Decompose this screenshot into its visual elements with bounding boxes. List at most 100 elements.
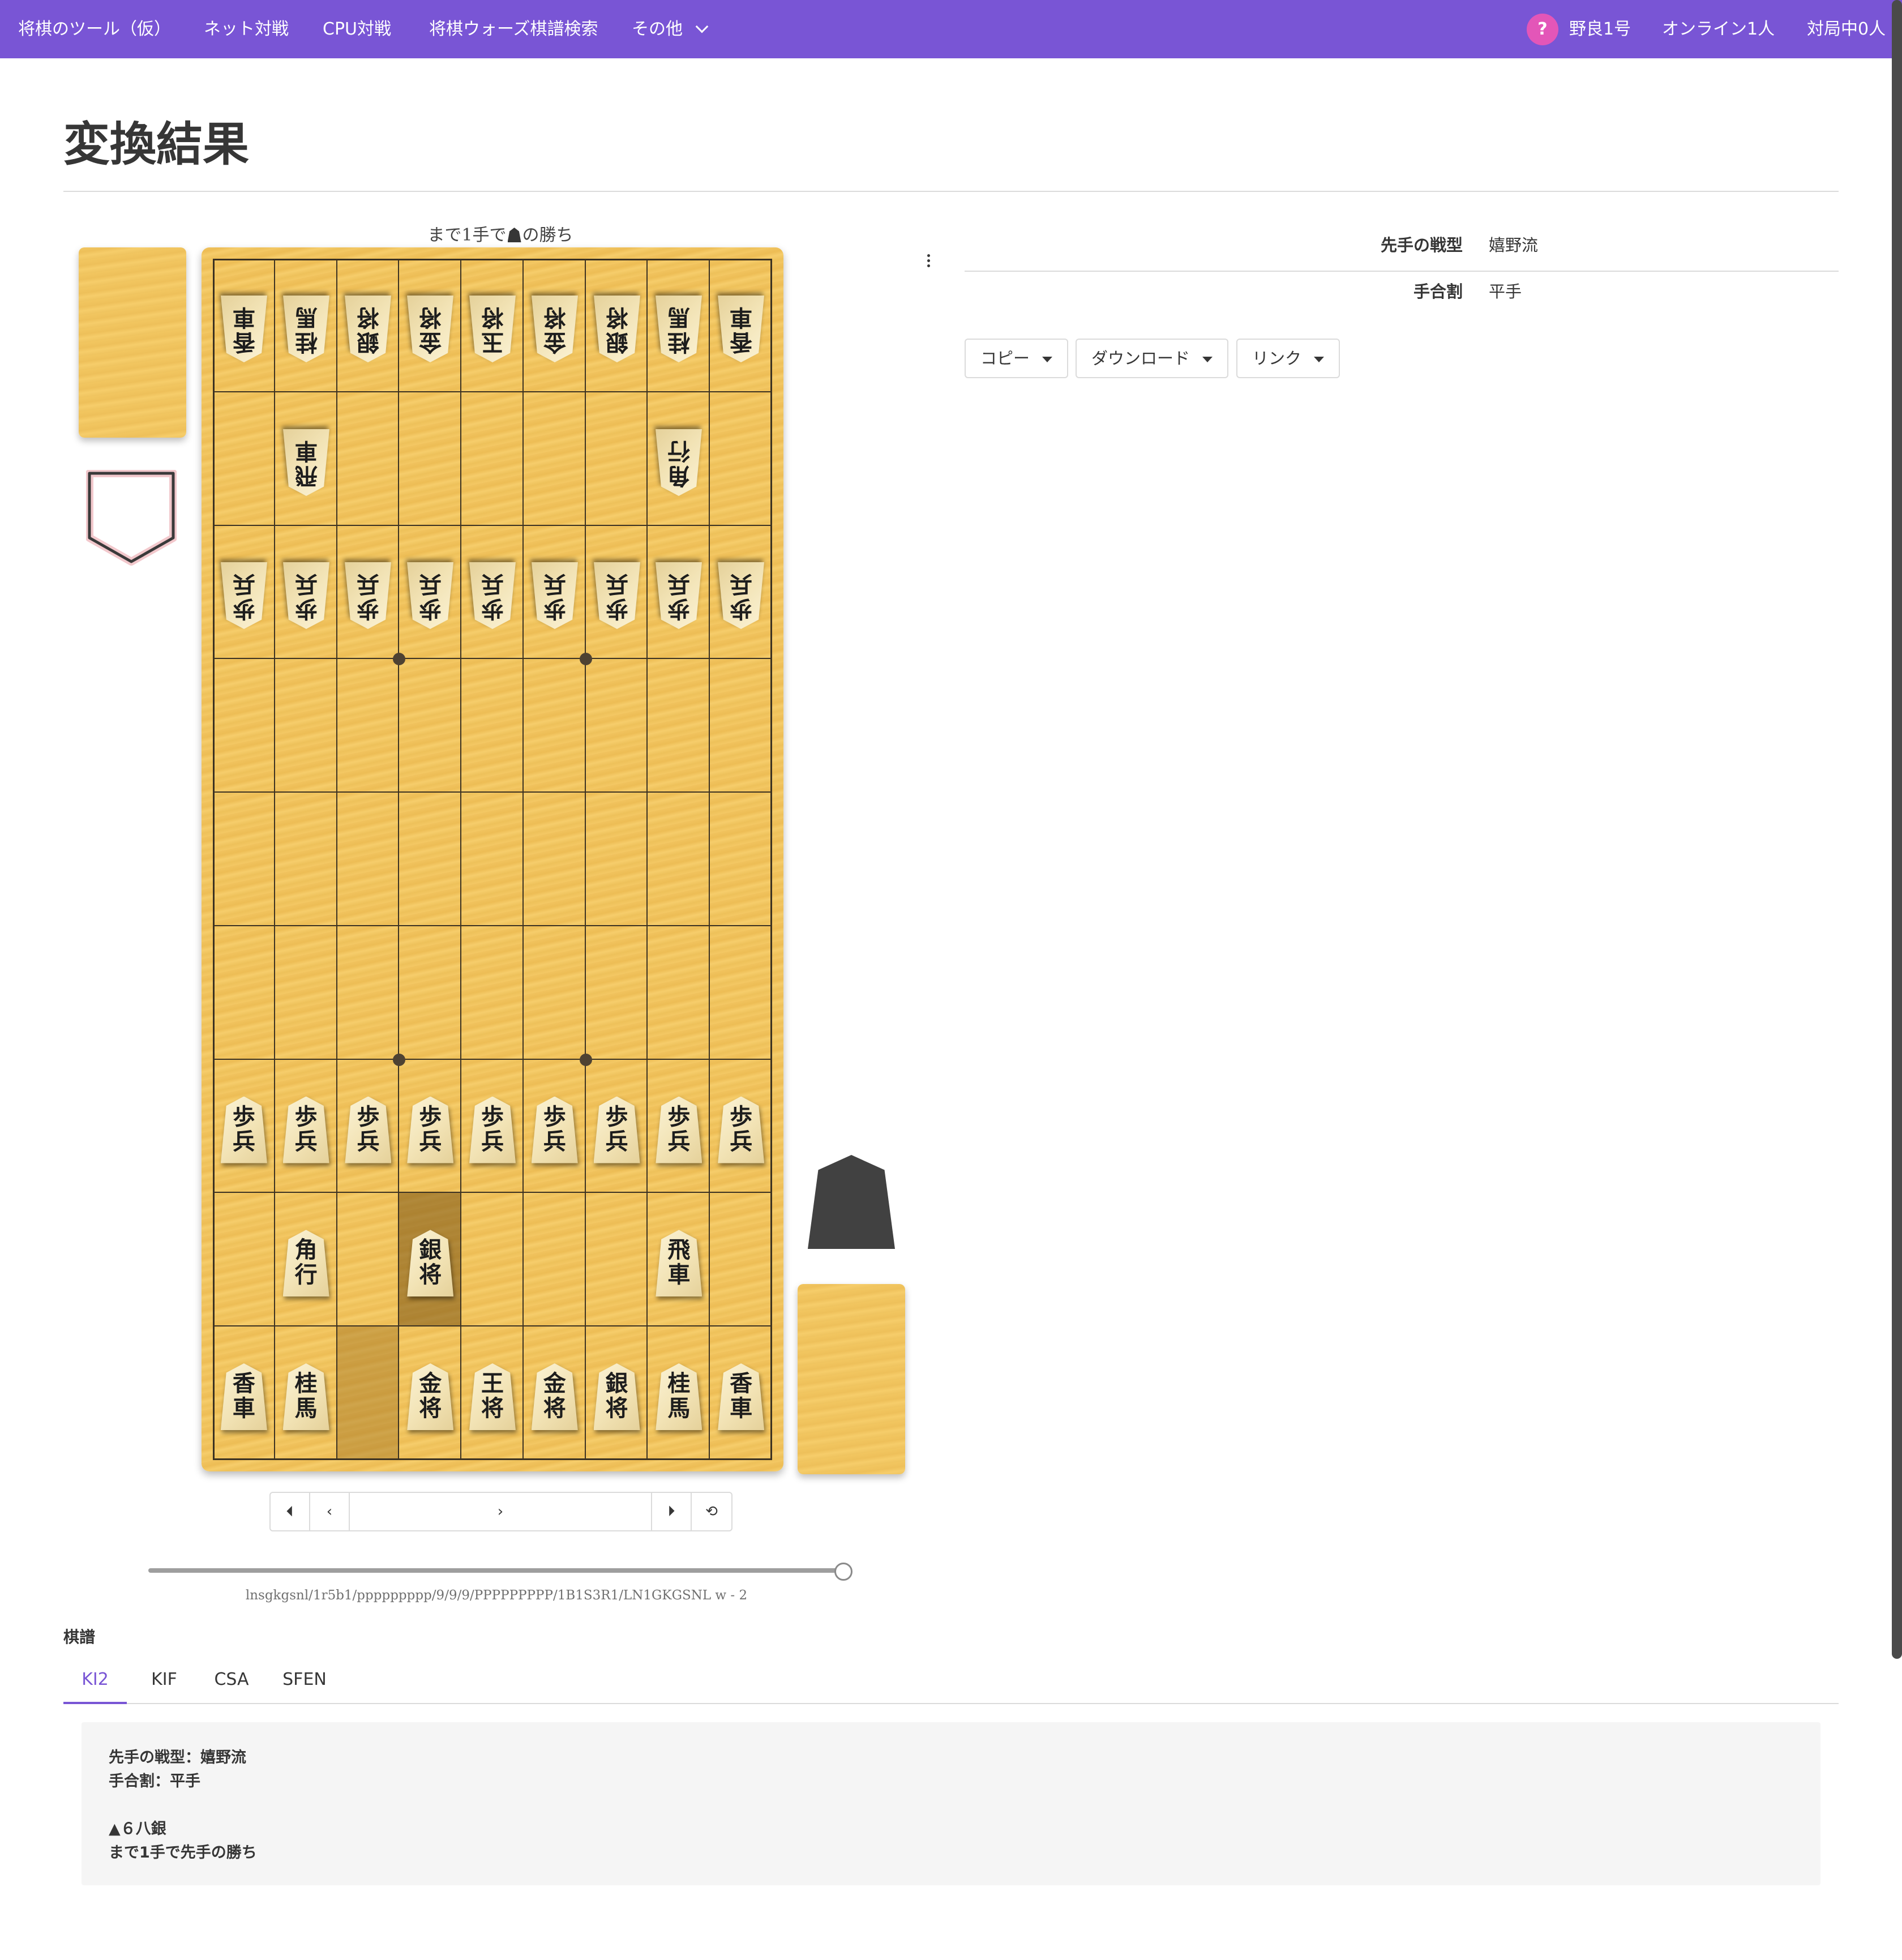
- sente-piece[interactable]: 香 車: [220, 1363, 267, 1431]
- board-square[interactable]: [710, 1193, 772, 1327]
- more-options-icon[interactable]: [927, 254, 930, 269]
- gote-piece[interactable]: 香 車: [221, 296, 267, 362]
- board-square[interactable]: [461, 926, 524, 1060]
- board-square[interactable]: [710, 392, 772, 526]
- board-square[interactable]: [399, 793, 462, 926]
- sente-piece[interactable]: 王 将: [469, 1363, 516, 1431]
- sente-piece[interactable]: 歩 兵: [469, 1096, 516, 1163]
- gote-piece[interactable]: 金 将: [532, 296, 578, 362]
- nav-link-net-match[interactable]: ネット対戦: [204, 0, 289, 58]
- board-square[interactable]: [275, 659, 337, 793]
- sente-piece[interactable]: 銀 将: [407, 1230, 454, 1297]
- sente-piece[interactable]: 銀 将: [593, 1363, 640, 1431]
- board-square[interactable]: [399, 659, 462, 793]
- user-name-link[interactable]: 野良1号: [1569, 0, 1631, 58]
- board-square[interactable]: [337, 1193, 400, 1327]
- nav-link-cpu-match[interactable]: CPU対戦: [323, 0, 391, 58]
- board-square[interactable]: [585, 659, 648, 793]
- board-square[interactable]: [648, 926, 710, 1060]
- gote-piece[interactable]: 桂 馬: [283, 296, 329, 362]
- sente-piece[interactable]: 歩 兵: [407, 1096, 454, 1163]
- download-dropdown-button[interactable]: ダウンロード: [1076, 339, 1229, 378]
- board-square[interactable]: [585, 1193, 648, 1327]
- gote-piece[interactable]: 金 将: [407, 296, 453, 362]
- board-square[interactable]: [337, 1326, 400, 1460]
- board-square[interactable]: [648, 793, 710, 926]
- board-square[interactable]: [461, 392, 524, 526]
- shogi-board[interactable]: 香 車桂 馬銀 将金 将玉 将金 将銀 将桂 馬香 車飛 車角 行歩 兵歩 兵歩…: [202, 247, 783, 1471]
- board-square[interactable]: [213, 1193, 275, 1327]
- user-avatar-icon[interactable]: ?: [1527, 14, 1558, 45]
- nav-dropdown-other[interactable]: その他: [632, 0, 709, 58]
- gote-piece[interactable]: 飛 車: [283, 429, 329, 496]
- tab-kif[interactable]: KIF: [137, 1660, 191, 1704]
- gote-piece[interactable]: 歩 兵: [656, 562, 702, 629]
- sente-piece[interactable]: 金 将: [531, 1363, 578, 1431]
- board-square[interactable]: [523, 926, 586, 1060]
- move-slider-thumb[interactable]: [834, 1563, 853, 1581]
- brand-link[interactable]: 将棋のツール（仮）: [18, 0, 171, 58]
- board-square[interactable]: [337, 659, 400, 793]
- tab-ki2[interactable]: KI2: [63, 1660, 127, 1704]
- link-dropdown-button[interactable]: リンク: [1236, 339, 1340, 378]
- gote-piece[interactable]: 銀 将: [594, 296, 640, 362]
- board-square[interactable]: [523, 1193, 586, 1327]
- sente-piece[interactable]: 歩 兵: [593, 1096, 640, 1163]
- gote-piece-stand[interactable]: [79, 247, 186, 438]
- gote-piece[interactable]: 桂 馬: [656, 296, 702, 362]
- previous-move-button[interactable]: ‹: [310, 1493, 350, 1530]
- sente-piece[interactable]: 歩 兵: [656, 1096, 702, 1163]
- board-square[interactable]: [213, 392, 275, 526]
- gote-piece[interactable]: 歩 兵: [718, 562, 764, 629]
- sente-piece[interactable]: 歩 兵: [531, 1096, 578, 1163]
- next-move-button[interactable]: ›: [350, 1493, 652, 1530]
- tab-sfen[interactable]: SFEN: [272, 1660, 337, 1704]
- gote-piece[interactable]: 銀 将: [345, 296, 391, 362]
- gote-piece[interactable]: 歩 兵: [594, 562, 640, 629]
- gote-piece[interactable]: 歩 兵: [469, 562, 516, 629]
- board-square[interactable]: [399, 926, 462, 1060]
- board-square[interactable]: [337, 793, 400, 926]
- board-square[interactable]: [213, 793, 275, 926]
- board-square[interactable]: [275, 793, 337, 926]
- last-move-button[interactable]: ⏵: [652, 1493, 692, 1530]
- board-square[interactable]: [399, 392, 462, 526]
- board-square[interactable]: [710, 659, 772, 793]
- board-square[interactable]: [710, 926, 772, 1060]
- board-square[interactable]: [585, 793, 648, 926]
- page-scrollbar[interactable]: [1892, 0, 1902, 1659]
- sente-piece[interactable]: 歩 兵: [282, 1096, 329, 1163]
- sente-piece[interactable]: 歩 兵: [718, 1096, 765, 1163]
- sente-piece-stand[interactable]: [798, 1284, 905, 1474]
- sente-piece[interactable]: 桂 馬: [282, 1363, 329, 1431]
- gote-piece[interactable]: 歩 兵: [532, 562, 578, 629]
- sente-piece[interactable]: 歩 兵: [345, 1096, 392, 1163]
- board-square[interactable]: [523, 659, 586, 793]
- tab-csa[interactable]: CSA: [202, 1660, 262, 1704]
- board-square[interactable]: [648, 659, 710, 793]
- board-square[interactable]: [710, 793, 772, 926]
- board-square[interactable]: [213, 659, 275, 793]
- gote-piece[interactable]: 歩 兵: [345, 562, 391, 629]
- board-square[interactable]: [585, 926, 648, 1060]
- copy-dropdown-button[interactable]: コピー: [965, 339, 1069, 378]
- gote-piece[interactable]: 角 行: [656, 429, 702, 496]
- board-square[interactable]: [523, 793, 586, 926]
- sente-piece[interactable]: 飛 車: [656, 1230, 702, 1297]
- board-square[interactable]: [585, 392, 648, 526]
- board-square[interactable]: [213, 926, 275, 1060]
- sente-piece[interactable]: 桂 馬: [656, 1363, 702, 1431]
- flip-board-button[interactable]: ⟲: [692, 1493, 731, 1530]
- nav-link-wars-search[interactable]: 将棋ウォーズ棋譜検索: [429, 0, 598, 58]
- board-square[interactable]: [337, 392, 400, 526]
- board-square[interactable]: [461, 1193, 524, 1327]
- move-slider-track[interactable]: [148, 1568, 845, 1573]
- sente-piece[interactable]: 金 将: [407, 1363, 454, 1431]
- sente-piece[interactable]: 角 行: [282, 1230, 329, 1297]
- gote-piece[interactable]: 香 車: [718, 296, 764, 362]
- board-square[interactable]: [275, 926, 337, 1060]
- gote-piece[interactable]: 歩 兵: [283, 562, 329, 629]
- board-square[interactable]: [461, 659, 524, 793]
- online-count[interactable]: オンライン1人: [1662, 0, 1775, 58]
- gote-piece[interactable]: 玉 将: [469, 296, 516, 362]
